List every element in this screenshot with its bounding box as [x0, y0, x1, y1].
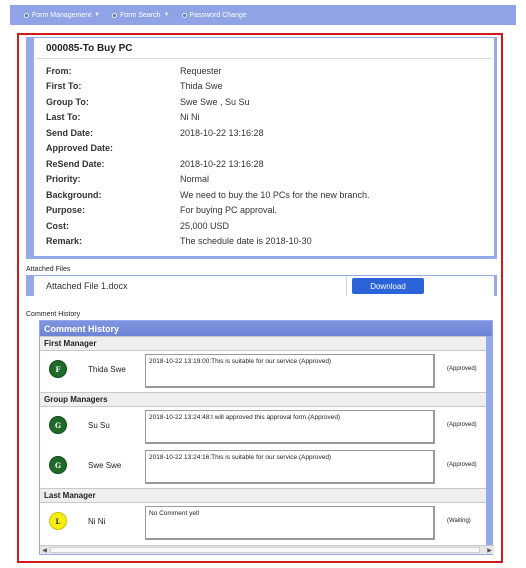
form-title: 000085-To Buy PC [46, 43, 133, 54]
avatar: G [49, 456, 67, 474]
comment-history-header: Comment History [40, 321, 492, 336]
field-label: Remark: [46, 236, 83, 246]
field-priority: Priority: Normal [46, 172, 209, 187]
field-value: Thida Swe [180, 81, 223, 91]
comment-text: No Comment yet! [145, 506, 435, 540]
chevron-down-icon: ▼ [163, 12, 170, 18]
field-value: Requester [180, 65, 222, 76]
divider [36, 58, 492, 59]
field-purpose: Purpose: For buying PC approval. [46, 203, 277, 218]
field-label: Purpose: [46, 205, 86, 215]
scroll-left-icon[interactable]: ◀ [40, 546, 49, 554]
field-value: We need to buy the 10 PCs for the new br… [180, 189, 370, 200]
comment-history-caption: Comment History [26, 311, 81, 318]
comment-entry: L Ni Ni No Comment yet! (Waiting) [40, 504, 487, 540]
field-label: Last To: [46, 112, 81, 122]
commenter-name: Thida Swe [88, 365, 126, 374]
attached-files-caption: Attached Files [26, 266, 71, 273]
field-label: From: [46, 65, 72, 76]
field-label: ReSend Date: [46, 158, 105, 169]
avatar: F [49, 360, 67, 378]
status-badge: (Approved) [447, 366, 477, 372]
field-label: Group To: [46, 96, 89, 107]
field-label: Approved Date: [46, 143, 114, 153]
nav-password-change-label: Password Change [189, 11, 247, 19]
field-group-to: Group To: Swe Swe , Su Su [46, 94, 250, 109]
status-badge: (Approved) [447, 462, 477, 468]
comment-history-list: First Manager F Thida Swe 2018-10-22 13:… [40, 336, 488, 546]
comment-entry: G Swe Swe 2018-10-22 13:24:16:This is su… [40, 448, 487, 484]
avatar-initial: L [55, 516, 61, 526]
comment-text: 2018-10-22 13:24:48:I will approved this… [145, 410, 435, 444]
field-resend-date: ReSend Date: 2018-10-22 13:16:28 [46, 156, 264, 171]
commenter-name: Su Su [88, 421, 110, 430]
comment-entry: G Su Su 2018-10-22 13:24:48:I will appro… [40, 408, 487, 444]
field-background: Background: We need to buy the 10 PCs fo… [46, 187, 369, 202]
avatar-initial: G [55, 420, 61, 430]
field-value: For buying PC approval. [180, 205, 278, 215]
top-nav-bar: Form Management ▼ Form Search ▼ Password… [10, 5, 516, 25]
group-group-managers: Group Managers [40, 392, 487, 407]
field-value: Swe Swe , Su Su [180, 96, 250, 107]
attachment-file-name[interactable]: Attached File 1.docx [46, 281, 128, 291]
field-label: Send Date: [46, 127, 94, 138]
field-label: Cost: [46, 220, 69, 231]
field-last-to: Last To: Ni Ni [46, 110, 200, 125]
form-summary-card: 000085-To Buy PC From: Requester First T… [26, 37, 497, 259]
avatar: G [49, 416, 67, 434]
chevron-down-icon: ▼ [94, 12, 101, 18]
scroll-right-icon[interactable]: ▶ [485, 546, 494, 554]
avatar-initial: G [55, 460, 61, 470]
group-first-manager: First Manager [40, 336, 487, 351]
nav-form-management[interactable]: Form Management ▼ [24, 12, 100, 19]
bullet-icon [181, 12, 187, 18]
vertical-scrollbar[interactable] [486, 336, 492, 546]
nav-form-search-label: Form Search [120, 11, 161, 19]
field-value: The schedule date is 2018-10-30 [180, 236, 312, 246]
commenter-name: Ni Ni [88, 517, 106, 526]
divider [346, 276, 347, 296]
field-value: 25,000 USD [180, 220, 230, 231]
field-value: Normal [180, 174, 210, 184]
nav-form-search[interactable]: Form Search ▼ [112, 11, 170, 19]
horizontal-scrollbar[interactable]: ◀ ▶ [40, 545, 494, 554]
nav-password-change[interactable]: Password Change [181, 11, 247, 19]
form-detail-panel: 000085-To Buy PC From: Requester First T… [17, 33, 503, 563]
comment-text: 2018-10-22 13:19:00:This is suitable for… [145, 354, 435, 388]
nav-form-management-label: Form Management [32, 11, 92, 19]
scrollbar-thumb[interactable] [50, 547, 480, 553]
status-badge: (Waiting) [447, 518, 471, 524]
avatar-initial: F [55, 364, 61, 374]
field-cost: Cost: 25,000 USD [46, 218, 229, 233]
attachment-row: Attached File 1.docx Download [26, 275, 497, 296]
avatar: L [49, 512, 67, 530]
field-from: From: Requester [46, 63, 222, 78]
field-send-date: Send Date: 2018-10-22 13:16:28 [46, 125, 264, 140]
commenter-name: Swe Swe [88, 461, 122, 470]
field-approved-date: Approved Date: [46, 141, 180, 156]
field-value: 2018-10-22 13:16:28 [180, 127, 264, 138]
status-badge: (Approved) [447, 422, 477, 428]
bullet-icon [24, 12, 29, 18]
comment-text: 2018-10-22 13:24:16:This is suitable for… [145, 450, 435, 484]
field-value: Ni Ni [180, 112, 200, 122]
download-button[interactable]: Download [352, 278, 424, 294]
field-label: Priority: [46, 174, 81, 184]
field-first-to: First To: Thida Swe [46, 79, 223, 94]
comment-entry: F Thida Swe 2018-10-22 13:19:00:This is … [40, 352, 487, 388]
field-label: Background: [46, 189, 102, 200]
field-remark: Remark: The schedule date is 2018-10-30 [46, 234, 312, 249]
field-label: First To: [46, 81, 82, 91]
field-value: 2018-10-22 13:16:28 [180, 158, 264, 169]
group-last-manager: Last Manager [40, 488, 487, 503]
bullet-icon [112, 12, 118, 18]
comment-history-panel: Comment History First Manager F Thida Sw… [39, 320, 494, 555]
